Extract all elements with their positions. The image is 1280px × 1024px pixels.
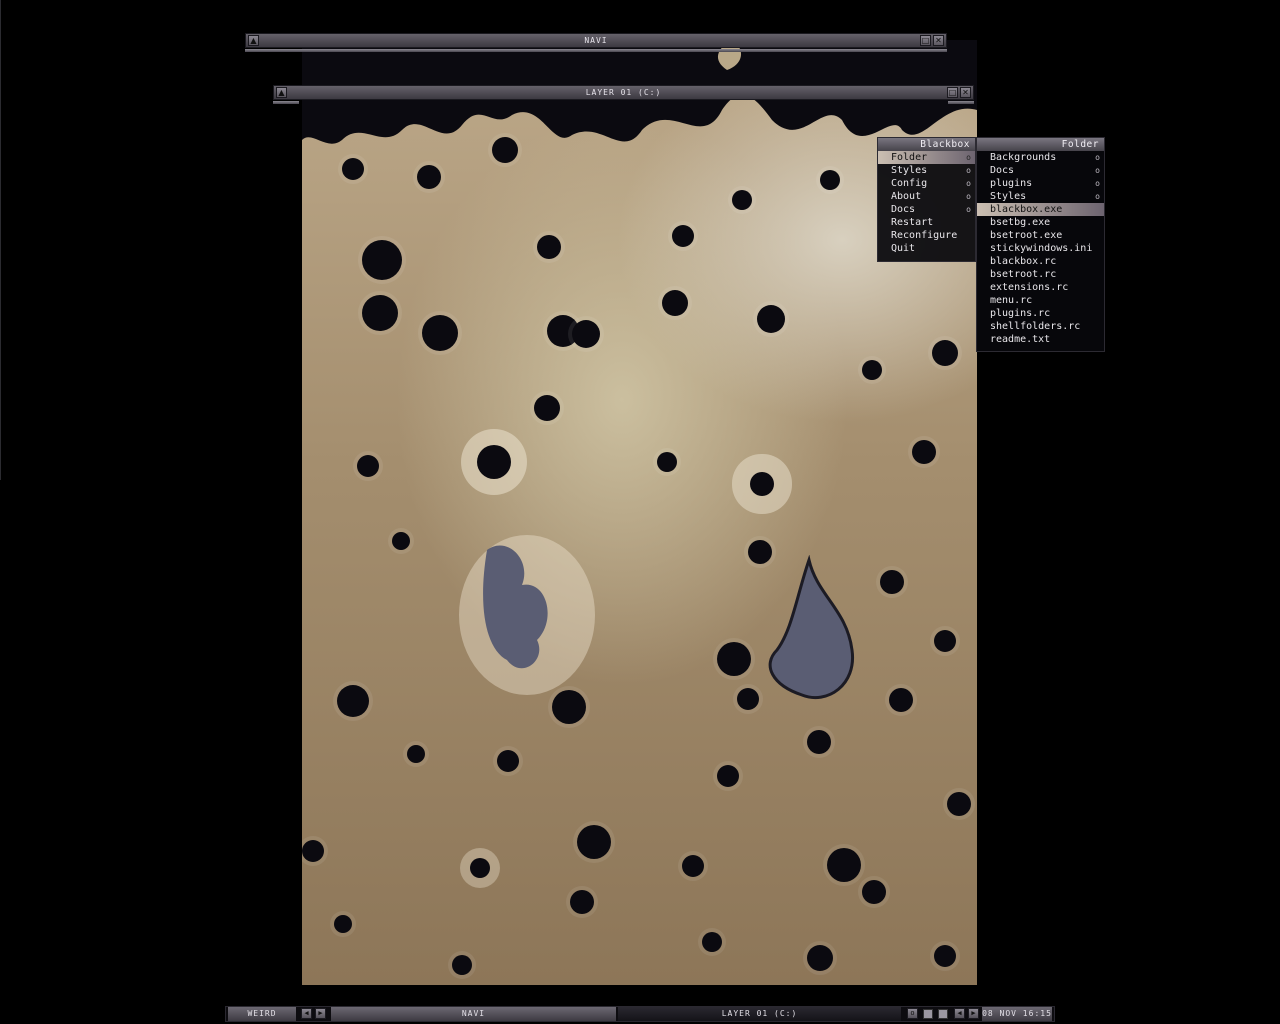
- menu-item-restart[interactable]: Restart: [878, 216, 975, 229]
- close-icon[interactable]: ✕: [933, 35, 944, 46]
- menu-item-docs[interactable]: Docs o: [977, 164, 1104, 177]
- menu-item-reconfigure[interactable]: Reconfigure: [878, 229, 975, 242]
- tray-computer-icon[interactable]: [923, 1009, 933, 1019]
- layer-window-titlebar[interactable]: ▲ LAYER 01 (C:) □ ✕: [273, 85, 974, 100]
- menu-item-menu-rc[interactable]: menu.rc: [977, 294, 1104, 307]
- close-icon[interactable]: ✕: [960, 87, 971, 98]
- submenu-indicator-icon: o: [966, 205, 971, 214]
- menu-item-styles[interactable]: Styles o: [878, 164, 975, 177]
- wallpaper-image: [302, 40, 977, 985]
- submenu-indicator-icon: o: [1095, 166, 1100, 175]
- menu-item-plugins-rc[interactable]: plugins.rc: [977, 307, 1104, 320]
- maximize-icon[interactable]: □: [920, 35, 931, 46]
- menu-item-shellfolders-rc[interactable]: shellfolders.rc: [977, 320, 1104, 333]
- toolbar: WEIRD ◀ ▶ NAVI LAYER 01 (C:) o ◀ ▶ 08 NO…: [225, 1006, 1055, 1022]
- menu-item-bsetroot-rc[interactable]: bsetroot.rc: [977, 268, 1104, 281]
- submenu-indicator-icon: o: [966, 192, 971, 201]
- prev-window-button[interactable]: ◀: [954, 1008, 965, 1019]
- menu-item-blackbox-exe[interactable]: blackbox.exe: [977, 203, 1104, 216]
- menu-item-docs[interactable]: Docs o: [878, 203, 975, 216]
- menu-item-backgrounds[interactable]: Backgrounds o: [977, 151, 1104, 164]
- next-workspace-button[interactable]: ▶: [315, 1008, 326, 1019]
- submenu-indicator-icon: o: [1095, 153, 1100, 162]
- menu-item-blackbox-rc[interactable]: blackbox.rc: [977, 255, 1104, 268]
- menu-item-folder[interactable]: Folder o: [878, 151, 975, 164]
- screen-edge-line: [0, 0, 1, 480]
- menu-item-config[interactable]: Config o: [878, 177, 975, 190]
- navi-window-titlebar[interactable]: ▲ NAVI □ ✕: [245, 33, 947, 48]
- tray-document-icon[interactable]: [938, 1009, 948, 1019]
- ink-blob-left: [459, 535, 595, 695]
- menu-item-about[interactable]: About o: [878, 190, 975, 203]
- menu-item-styles[interactable]: Styles o: [977, 190, 1104, 203]
- menu-item-bsetroot-exe[interactable]: bsetroot.exe: [977, 229, 1104, 242]
- ink-blob-right: [768, 555, 854, 700]
- blackbox-menu: Blackbox Folder o Styles o Config o About o …: [877, 137, 976, 262]
- menu-item-bsetbg-exe[interactable]: bsetbg.exe: [977, 216, 1104, 229]
- task-layer[interactable]: LAYER 01 (C:): [618, 1007, 901, 1021]
- submenu-indicator-icon: o: [966, 166, 971, 175]
- menu-item-readme-txt[interactable]: readme.txt: [977, 333, 1104, 346]
- next-window-button[interactable]: ▶: [968, 1008, 979, 1019]
- menu-item-quit[interactable]: Quit: [878, 242, 975, 255]
- task-navi[interactable]: NAVI: [331, 1007, 616, 1021]
- prev-workspace-button[interactable]: ◀: [301, 1008, 312, 1019]
- menu-item-plugins[interactable]: plugins o: [977, 177, 1104, 190]
- layer-window-underbar-right: [948, 101, 974, 104]
- submenu-indicator-icon: o: [966, 153, 971, 162]
- submenu-indicator-icon: o: [1095, 179, 1100, 188]
- clock: 08 NOV 16:15: [982, 1007, 1052, 1021]
- workspace-label[interactable]: WEIRD: [228, 1007, 296, 1021]
- menu-item-stickywindows-ini[interactable]: stickywindows.ini: [977, 242, 1104, 255]
- ink-splash-top: [302, 40, 977, 144]
- submenu-indicator-icon: o: [966, 179, 971, 188]
- menu-item-extensions-rc[interactable]: extensions.rc: [977, 281, 1104, 294]
- navi-window-title: NAVI: [584, 36, 608, 45]
- folder-menu: Folder Backgrounds o Docs o plugins o Style…: [976, 137, 1105, 352]
- layer-window-title: LAYER 01 (C:): [585, 88, 662, 97]
- blackbox-menu-title: Blackbox: [878, 138, 975, 151]
- tray-settings-icon[interactable]: o: [907, 1008, 918, 1019]
- folder-menu-title: Folder: [977, 138, 1104, 151]
- maximize-icon[interactable]: □: [947, 87, 958, 98]
- submenu-indicator-icon: o: [1095, 192, 1100, 201]
- layer-window-underbar-left: [273, 101, 299, 104]
- navi-window-underbar: [245, 49, 947, 52]
